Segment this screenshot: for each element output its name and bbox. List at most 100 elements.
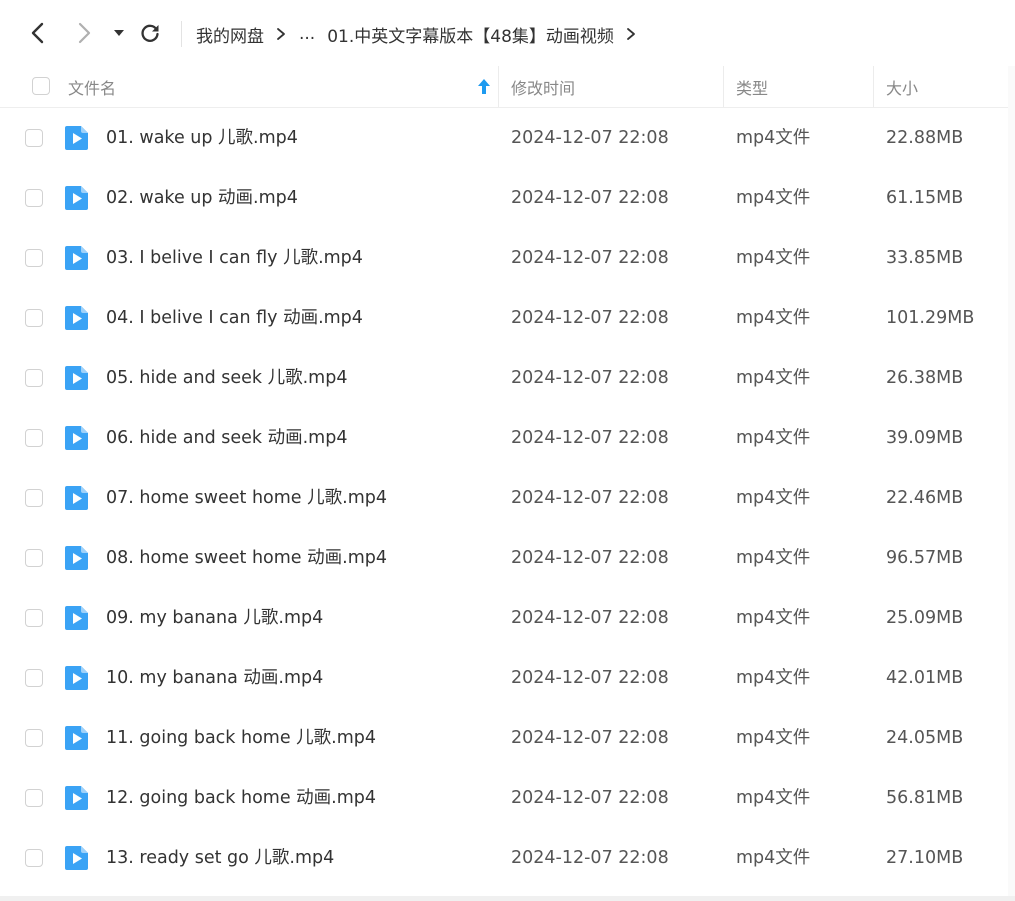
breadcrumb-current[interactable]: 01.中英文字幕版本【48集】动画视频 — [327, 22, 614, 47]
arrow-up-icon[interactable] — [477, 78, 491, 100]
file-type: mp4文件 — [736, 788, 811, 808]
column-header-modified-label: 修改时间 — [511, 78, 576, 98]
file-type: mp4文件 — [736, 848, 811, 868]
chevron-right-icon — [76, 21, 92, 45]
file-row[interactable]: 02. wake up 动画.mp4 2024-12-07 22:08 mp4文件 6… — [0, 168, 1008, 228]
file-name[interactable]: 07. home sweet home 儿歌.mp4 — [106, 468, 387, 528]
file-row[interactable]: 08. home sweet home 动画.mp4 2024-12-07 22:… — [0, 528, 1008, 588]
video-file-icon — [64, 185, 89, 211]
file-name[interactable]: 05. hide and seek 儿歌.mp4 — [106, 348, 347, 408]
file-name[interactable]: 08. home sweet home 动画.mp4 — [106, 528, 387, 588]
file-type: mp4文件 — [736, 128, 811, 148]
file-name[interactable]: 09. my banana 儿歌.mp4 — [106, 588, 323, 648]
file-size: 56.81MB — [886, 788, 964, 808]
file-type: mp4文件 — [736, 728, 811, 748]
video-file-icon — [64, 305, 89, 331]
video-file-icon — [64, 785, 89, 811]
file-checkbox[interactable] — [25, 609, 43, 627]
column-header-name[interactable]: 文件名 — [68, 66, 116, 107]
video-file-icon — [64, 605, 89, 631]
column-header-type[interactable]: 类型 — [736, 66, 768, 107]
file-row[interactable]: 13. ready set go 儿歌.mp4 2024-12-07 22:08 m… — [0, 828, 1008, 888]
column-divider — [873, 66, 874, 107]
file-checkbox[interactable] — [25, 729, 43, 747]
file-row[interactable]: 09. my banana 儿歌.mp4 2024-12-07 22:08 mp4文… — [0, 588, 1008, 648]
file-name[interactable]: 02. wake up 动画.mp4 — [106, 168, 298, 228]
file-modified-time: 2024-12-07 22:08 — [511, 128, 669, 148]
file-row[interactable]: 12. going back home 动画.mp4 2024-12-07 22:… — [0, 768, 1008, 828]
file-row[interactable]: 01. wake up 儿歌.mp4 2024-12-07 22:08 mp4文件 2… — [0, 108, 1008, 168]
file-type: mp4文件 — [736, 428, 811, 448]
file-type: mp4文件 — [736, 368, 811, 388]
file-modified-time: 2024-12-07 22:08 — [511, 248, 669, 268]
file-name[interactable]: 13. ready set go 儿歌.mp4 — [106, 828, 334, 888]
video-file-icon — [64, 485, 89, 511]
video-file-icon — [64, 665, 89, 691]
video-file-icon — [64, 365, 89, 391]
file-size: 96.57MB — [886, 548, 964, 568]
file-modified-time: 2024-12-07 22:08 — [511, 188, 669, 208]
file-size: 22.46MB — [886, 488, 964, 508]
file-modified-time: 2024-12-07 22:08 — [511, 608, 669, 628]
file-modified-time: 2024-12-07 22:08 — [511, 728, 669, 748]
file-size: 101.29MB — [886, 308, 975, 328]
refresh-icon — [139, 22, 161, 44]
file-modified-time: 2024-12-07 22:08 — [511, 368, 669, 388]
file-name[interactable]: 06. hide and seek 动画.mp4 — [106, 408, 347, 468]
file-checkbox[interactable] — [25, 549, 43, 567]
file-name[interactable]: 03. I belive I can fly 儿歌.mp4 — [106, 228, 363, 288]
file-type: mp4文件 — [736, 548, 811, 568]
file-checkbox[interactable] — [25, 669, 43, 687]
scrollbar-track[interactable] — [1008, 66, 1015, 901]
forward-button[interactable] — [69, 18, 99, 48]
file-row[interactable]: 04. I belive I can fly 动画.mp4 2024-12-07 … — [0, 288, 1008, 348]
file-checkbox[interactable] — [25, 309, 43, 327]
back-button[interactable] — [23, 18, 53, 48]
breadcrumb-ellipsis[interactable]: ... — [299, 24, 315, 44]
column-header-modified[interactable]: 修改时间 — [511, 66, 575, 107]
file-checkbox[interactable] — [25, 789, 43, 807]
column-divider — [723, 66, 724, 107]
refresh-button[interactable] — [135, 18, 165, 48]
column-header-size[interactable]: 大小 — [886, 66, 918, 107]
file-modified-time: 2024-12-07 22:08 — [511, 668, 669, 688]
file-size: 25.09MB — [886, 608, 964, 628]
file-row[interactable]: 11. going back home 儿歌.mp4 2024-12-07 22:… — [0, 708, 1008, 768]
file-name[interactable]: 12. going back home 动画.mp4 — [106, 768, 376, 828]
file-name[interactable]: 11. going back home 儿歌.mp4 — [106, 708, 376, 768]
file-row[interactable]: 06. hide and seek 动画.mp4 2024-12-07 22:08… — [0, 408, 1008, 468]
chevron-right-icon — [276, 27, 286, 41]
file-type: mp4文件 — [736, 308, 811, 328]
file-name[interactable]: 04. I belive I can fly 动画.mp4 — [106, 288, 363, 348]
file-checkbox[interactable] — [25, 849, 43, 867]
file-checkbox[interactable] — [25, 249, 43, 267]
file-size: 22.88MB — [886, 128, 964, 148]
breadcrumb-root[interactable]: 我的网盘 — [196, 22, 264, 47]
file-checkbox[interactable] — [25, 429, 43, 447]
file-row[interactable]: 07. home sweet home 儿歌.mp4 2024-12-07 22:… — [0, 468, 1008, 528]
file-size: 26.38MB — [886, 368, 964, 388]
file-checkbox[interactable] — [25, 129, 43, 147]
video-file-icon — [64, 425, 89, 451]
video-file-icon — [64, 545, 89, 571]
file-name[interactable]: 01. wake up 儿歌.mp4 — [106, 108, 298, 168]
file-row[interactable]: 03. I belive I can fly 儿歌.mp4 2024-12-07 … — [0, 228, 1008, 288]
file-checkbox[interactable] — [25, 489, 43, 507]
file-type: mp4文件 — [736, 488, 811, 508]
caret-down-icon — [113, 28, 125, 38]
file-row[interactable]: 10. my banana 动画.mp4 2024-12-07 22:08 mp4文… — [0, 648, 1008, 708]
file-row[interactable]: 05. hide and seek 儿歌.mp4 2024-12-07 22:08… — [0, 348, 1008, 408]
file-modified-time: 2024-12-07 22:08 — [511, 308, 669, 328]
select-all-checkbox[interactable] — [32, 77, 50, 95]
file-size: 39.09MB — [886, 428, 964, 448]
column-header-size-label: 大小 — [886, 78, 919, 98]
file-name[interactable]: 10. my banana 动画.mp4 — [106, 648, 323, 708]
video-file-icon — [64, 125, 89, 151]
file-size: 42.01MB — [886, 668, 964, 688]
file-size: 33.85MB — [886, 248, 964, 268]
file-size: 24.05MB — [886, 728, 964, 748]
file-checkbox[interactable] — [25, 369, 43, 387]
file-checkbox[interactable] — [25, 189, 43, 207]
video-file-icon — [64, 725, 89, 751]
history-dropdown-button[interactable] — [104, 18, 134, 48]
